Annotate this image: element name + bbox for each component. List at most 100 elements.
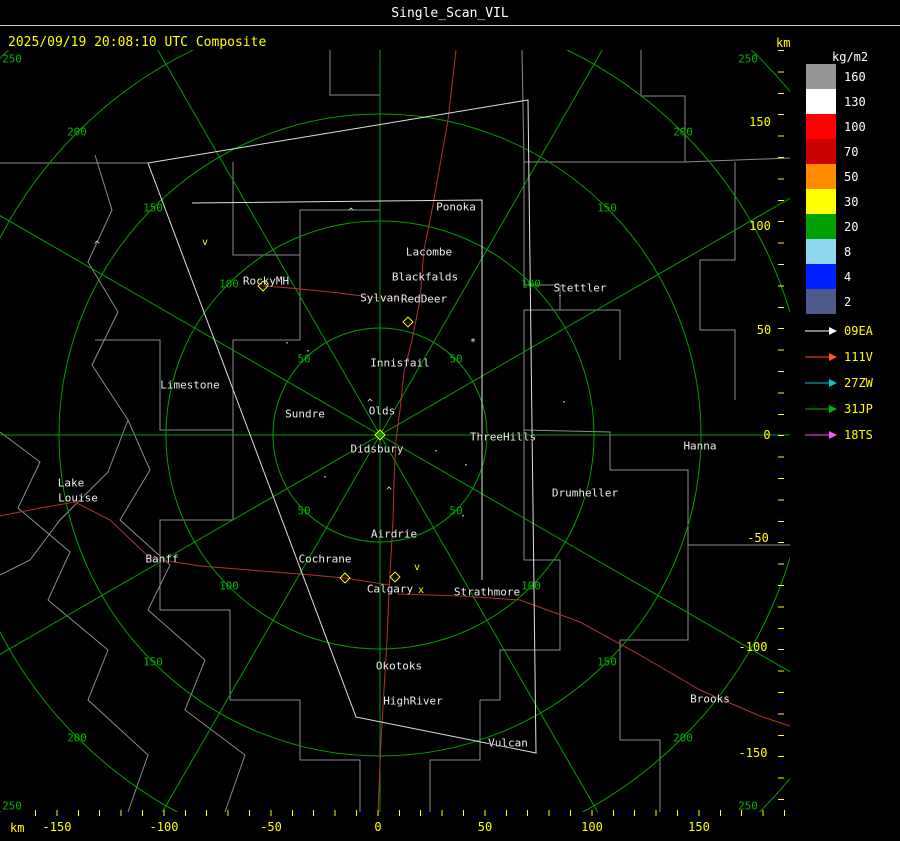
range-ring-label: 150 [597, 655, 617, 669]
color-scale-row: 4 [806, 264, 866, 289]
range-ring-label: 250 [738, 799, 758, 813]
range-ring-label: 100 [521, 277, 541, 291]
right-axis-label: -150 [738, 746, 768, 760]
color-scale-swatch [806, 114, 836, 139]
map-point-marker: · [462, 460, 470, 471]
map-point-marker: · [432, 446, 440, 457]
color-scale-row: 70 [806, 139, 866, 164]
range-ring-label: 200 [67, 125, 87, 139]
map-point-marker: * [469, 337, 477, 348]
color-scale-row: 100 [806, 114, 866, 139]
range-ring-label: 200 [67, 731, 87, 745]
map-point-marker: · [556, 291, 564, 302]
color-scale-swatch [806, 164, 836, 189]
color-scale-swatch [806, 239, 836, 264]
color-scale-row: 160 [806, 64, 866, 89]
radar-id-label: 111V [844, 350, 873, 364]
radar-arrow-icon [805, 353, 837, 361]
radar-arrow-icon [805, 431, 837, 439]
city-label: Airdrie [370, 527, 418, 541]
color-scale-value: 130 [844, 94, 866, 109]
city-label: Okotoks [375, 659, 423, 673]
city-label: Ponoka [436, 200, 476, 214]
range-ring-label: 100 [521, 579, 541, 593]
color-scale-value: 160 [844, 69, 866, 84]
range-ring-label: 150 [143, 655, 163, 669]
radar-id-label: 18TS [844, 428, 873, 442]
map-point-marker: · [560, 397, 568, 408]
color-scale-swatch [806, 89, 836, 114]
radar-list-row: 27ZW [804, 370, 873, 396]
color-scale-row: 30 [806, 189, 866, 214]
right-axis-label: -100 [738, 640, 768, 654]
right-axis-label: 50 [756, 323, 772, 337]
bottom-axis-label: 150 [688, 820, 710, 834]
range-ring-label: 50 [297, 504, 311, 518]
color-scale-value: 30 [844, 194, 859, 209]
range-ring-label: 250 [2, 52, 22, 66]
bottom-axis-label: -100 [149, 820, 179, 834]
city-label: Hanna [683, 439, 717, 453]
color-scale-value: 50 [844, 169, 859, 184]
color-scale-swatch [806, 289, 836, 314]
map-point-marker: · [283, 338, 291, 349]
city-label: Limestone [160, 378, 220, 392]
range-ring-label: 250 [738, 52, 758, 66]
city-label: Cochrane [298, 552, 352, 566]
city-label: Drumheller [551, 486, 619, 500]
color-scale-row: 8 [806, 239, 866, 264]
color-scale-value: 100 [844, 119, 866, 134]
scan-area-boundaries [147, 99, 537, 754]
radar-list-row: 31JP [804, 396, 873, 422]
range-ring-label: 200 [673, 731, 693, 745]
color-scale-swatch [806, 189, 836, 214]
bottom-axis-label: 100 [581, 820, 603, 834]
map-point-marker: ^ [366, 398, 374, 409]
radar-arrow-icon [805, 379, 837, 387]
range-ring-label: 50 [449, 352, 463, 366]
bottom-axis-label: -150 [42, 820, 72, 834]
radar-id-label: 09EA [844, 324, 873, 338]
city-label: Blackfalds [391, 270, 459, 284]
city-label: Banff [145, 552, 179, 566]
legend-unit: kg/m2 [832, 50, 869, 64]
range-ring-label: 200 [673, 125, 693, 139]
city-label: Lacombe [405, 245, 453, 259]
range-ring-label: 100 [219, 277, 239, 291]
city-label: Didsbury [350, 442, 404, 456]
map-point-marker: · [459, 511, 467, 522]
city-label: RedDeer [400, 292, 448, 306]
city-label: Strathmore [453, 585, 521, 599]
range-ring-label: 100 [219, 579, 239, 593]
city-label: Vulcan [488, 736, 528, 750]
radar-arrow-icon [805, 405, 837, 413]
radar-list-row: 09EA [804, 318, 873, 344]
map-point-marker: ^ [385, 486, 393, 497]
radar-arrow-icon [805, 327, 837, 335]
range-ring-label: 150 [597, 201, 617, 215]
city-label: Sylvan [360, 291, 400, 305]
radar-list-row: 18TS [804, 422, 873, 448]
color-scale-row: 130 [806, 89, 866, 114]
color-scale-swatch [806, 64, 836, 89]
color-scale-row: 20 [806, 214, 866, 239]
bottom-axis-ticks [35, 810, 791, 816]
map-point-marker: ^ [93, 240, 101, 251]
city-label: Brooks [690, 692, 730, 706]
map-point-marker: · [321, 472, 329, 483]
color-scale-value: 70 [844, 144, 859, 159]
right-axis-ticks [778, 50, 784, 812]
map-point-marker: v [201, 237, 209, 248]
color-scale-swatch [806, 214, 836, 239]
right-axis-label: 150 [749, 115, 771, 129]
map-point-marker: v [413, 562, 421, 573]
city-label: Louise [58, 491, 98, 505]
bottom-axis-label: 0 [374, 820, 382, 834]
right-axis-label: 100 [749, 219, 771, 233]
city-label: Sundre [285, 407, 325, 421]
color-scale-value: 4 [844, 269, 852, 284]
bottom-axis-label: 50 [477, 820, 493, 834]
radar-list: 09EA 111V 27ZW 31JP 18TS [804, 318, 873, 448]
color-scale-swatch [806, 264, 836, 289]
bottom-axis-label: -50 [260, 820, 282, 834]
